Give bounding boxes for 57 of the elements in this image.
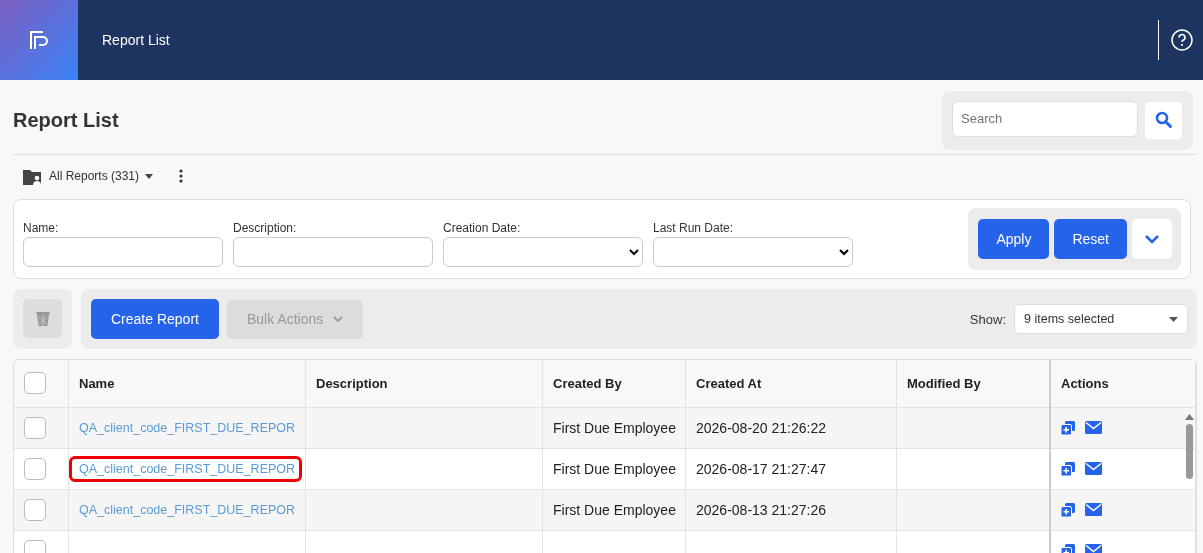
filter-button[interactable]: Reset: [1054, 219, 1127, 259]
scroll-thumb[interactable]: [1185, 424, 1193, 479]
folder-user-icon: [23, 167, 43, 185]
header-title: Report List: [102, 32, 170, 48]
table-cell: First Due Employee: [553, 460, 676, 477]
search-icon: [1154, 111, 1173, 129]
show-dropdown[interactable]: 9 items selected: [1014, 304, 1188, 334]
folder-dropdown[interactable]: All Reports (331): [23, 167, 154, 185]
filter-input[interactable]: [233, 237, 433, 267]
table-cell: 2026-08-17 21:27:47: [696, 460, 826, 477]
search-button[interactable]: [1144, 100, 1183, 140]
trash-icon: [35, 310, 50, 327]
more-button[interactable]: [179, 169, 184, 183]
logo-icon: [28, 29, 50, 51]
search-field[interactable]: Search: [952, 100, 1138, 137]
show-label: Show:: [969, 311, 1006, 327]
copy-plus-icon: [1061, 502, 1075, 517]
caret-icon: [1169, 316, 1178, 322]
chevron-down-icon: [333, 316, 344, 322]
table-cell: First Due Employee: [553, 419, 676, 436]
column-header: Description: [305, 360, 543, 407]
table-cell: 2026-08-20 21:26:22: [696, 419, 826, 436]
table-cell: First Due Employee: [553, 501, 676, 518]
filter-label: Last Run Date:: [653, 221, 735, 235]
envelope-icon: [1085, 421, 1102, 434]
help-button[interactable]: [1171, 29, 1193, 51]
logo-tile[interactable]: [0, 0, 78, 80]
folder-label: All Reports (331): [49, 169, 140, 183]
scrollbar[interactable]: [1184, 414, 1194, 479]
row-checkbox[interactable]: [24, 457, 46, 480]
column-header: Created By: [542, 360, 686, 407]
scroll-up-icon: [1184, 414, 1194, 420]
filter-button[interactable]: Apply: [978, 219, 1050, 259]
expand-button[interactable]: [1132, 219, 1172, 259]
create-report-button[interactable]: Create Report: [91, 299, 219, 339]
column-header: Created At: [685, 360, 897, 407]
table-cell: 2026-08-13 21:27:26: [696, 501, 826, 518]
filter-label: Creation Date:: [443, 221, 522, 235]
row-checkbox[interactable]: [24, 416, 46, 439]
envelope-icon: [1085, 503, 1102, 516]
select-all-checkbox[interactable]: [24, 372, 46, 395]
page-title: Report List: [13, 108, 119, 132]
filter-label: Description:: [233, 221, 298, 235]
copy-plus-icon: [1061, 461, 1075, 476]
chevron-down-icon: [1144, 234, 1160, 244]
row-checkbox[interactable]: [24, 498, 46, 521]
column-header: Modified By: [896, 360, 1050, 407]
filter-input[interactable]: [23, 237, 223, 267]
kebab-icon: [179, 169, 184, 183]
filter-label: Name:: [23, 221, 60, 235]
envelope-icon: [1085, 462, 1102, 475]
report-name-link[interactable]: QA_client_code_FIRST_DUE_REPOR: [69, 455, 303, 482]
help-icon: [1171, 29, 1193, 51]
column-header: Actions: [1050, 360, 1196, 407]
column-header: Name: [68, 360, 306, 407]
copy-plus-icon: [1061, 420, 1075, 435]
caret-icon: [145, 173, 154, 179]
